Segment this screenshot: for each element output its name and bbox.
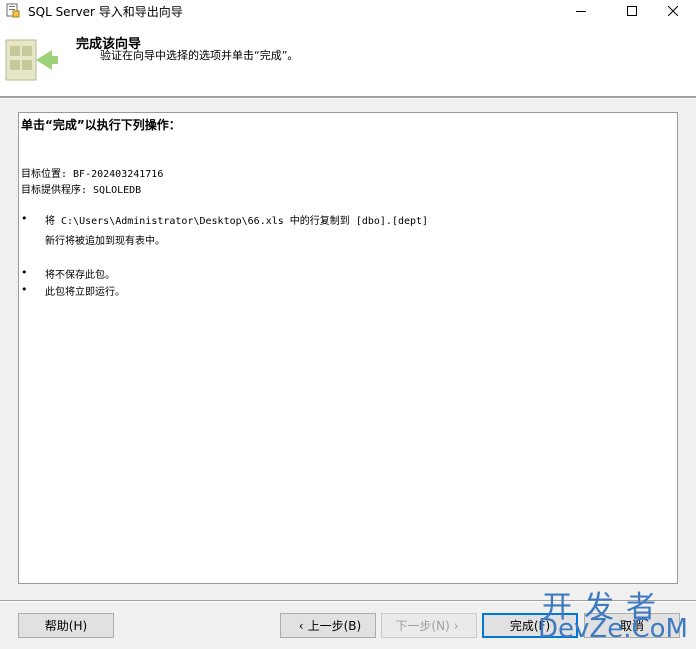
finish-button[interactable]: 完成(F) [482,613,578,638]
next-button[interactable]: 下一步(N) › [381,613,477,638]
header-subtitle: 验证在向导中选择的选项并单击“完成”。 [100,49,299,62]
bullet-icon: • [21,212,28,225]
finish-button-label: 完成(F) [509,619,551,633]
next-button-label: 下一步(N) [395,619,450,633]
bullet-icon: • [21,266,28,279]
back-button[interactable]: ‹ 上一步(B) [280,613,376,638]
report-item-no-save: 将不保存此包。 [45,270,115,281]
window-title: SQL Server 导入和导出向导 [28,5,183,19]
title-bar[interactable]: SQL Server 导入和导出向导 [0,0,696,22]
close-button[interactable] [650,0,696,22]
back-button-label: 上一步(B) [307,619,362,633]
minimize-button[interactable] [558,0,604,22]
chevron-left-icon: ‹ [298,618,304,633]
help-button-label: 帮助(H) [44,619,88,633]
report-item-copy-rows: 将 C:\Users\Administrator\Desktop\66.xls … [45,216,429,227]
wizard-icon [2,32,60,90]
maximize-icon [627,6,637,16]
summary-report[interactable]: 单击“完成”以执行下列操作： 目标位置: BF-202403241716 目标提… [18,112,678,584]
close-icon [668,6,678,16]
app-icon [6,3,20,18]
help-button[interactable]: 帮助(H) [18,613,114,638]
target-location: 目标位置: BF-202403241716 [21,169,164,180]
report-item-append-rows: 新行将被追加到现有表中。 [45,236,165,247]
footer-divider [0,600,696,602]
report-item-run-now: 此包将立即运行。 [45,287,125,298]
bullet-icon: • [21,283,28,296]
minimize-icon [576,11,586,12]
cancel-button-label: 取消 [619,619,644,633]
target-provider: 目标提供程序: SQLOLEDB [21,185,142,196]
header-divider [0,96,696,99]
cancel-button[interactable]: 取消 [584,613,680,638]
wizard-header: 完成该向导 验证在向导中选择的选项并单击“完成”。 [0,22,696,96]
report-heading: 单击“完成”以执行下列操作： [21,118,181,132]
maximize-button[interactable] [609,0,655,22]
chevron-right-icon: › [453,618,459,633]
